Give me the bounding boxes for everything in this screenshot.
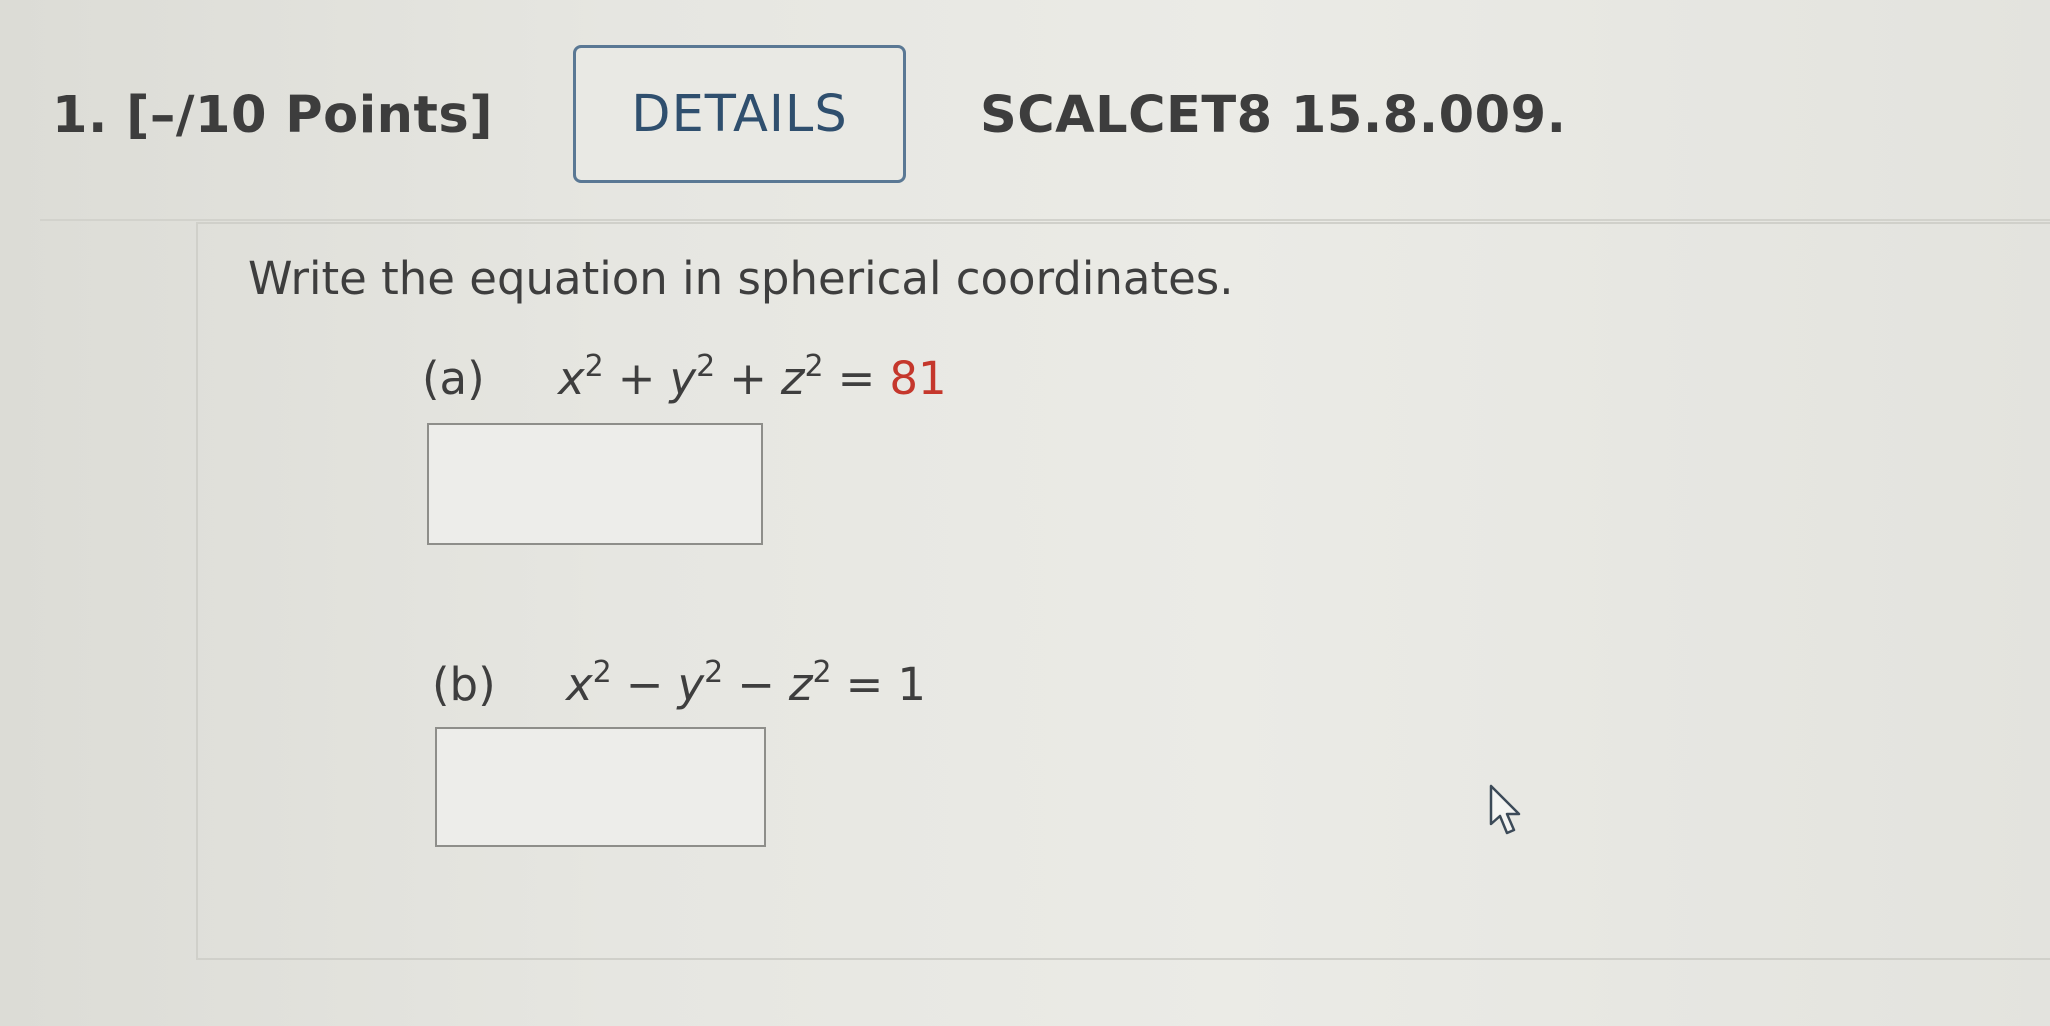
- mouse-pointer-icon: [1489, 784, 1521, 835]
- part-b-label: (b): [432, 658, 496, 711]
- operator: −: [737, 658, 775, 711]
- term-z: z: [788, 658, 813, 711]
- answer-input-a[interactable]: [427, 423, 763, 545]
- question-instruction: Write the equation in spherical coordina…: [248, 252, 1234, 305]
- exponent: 2: [584, 349, 604, 384]
- exponent: 2: [696, 349, 716, 384]
- exponent: 2: [804, 349, 824, 384]
- right-hand-side: 1: [897, 658, 926, 711]
- operator: +: [617, 352, 656, 405]
- question-code: SCALCET8 15.8.009.: [980, 86, 1567, 145]
- question-panel: [196, 222, 2050, 960]
- part-a-equation: x2 + y2 + z2 = 81: [558, 349, 947, 406]
- exponent: 2: [592, 655, 612, 690]
- term-z: z: [780, 352, 805, 405]
- operator: +: [729, 352, 767, 405]
- term-x: x: [558, 352, 585, 405]
- answer-input-b[interactable]: [435, 727, 766, 847]
- details-button[interactable]: DETAILS: [573, 45, 906, 183]
- term-y: y: [669, 352, 697, 405]
- question-number-points: 1. [–/10 Points]: [52, 86, 494, 145]
- exponent: 2: [812, 655, 832, 690]
- term-y: y: [677, 658, 705, 711]
- exponent: 2: [704, 655, 724, 690]
- equals-sign: =: [845, 658, 884, 711]
- equals-sign: =: [837, 352, 876, 405]
- term-x: x: [566, 658, 593, 711]
- right-hand-side: 81: [889, 352, 947, 405]
- part-b-equation: x2− y2− z2 = 1: [566, 655, 926, 712]
- operator: −: [625, 658, 664, 711]
- part-a-label: (a): [422, 352, 485, 405]
